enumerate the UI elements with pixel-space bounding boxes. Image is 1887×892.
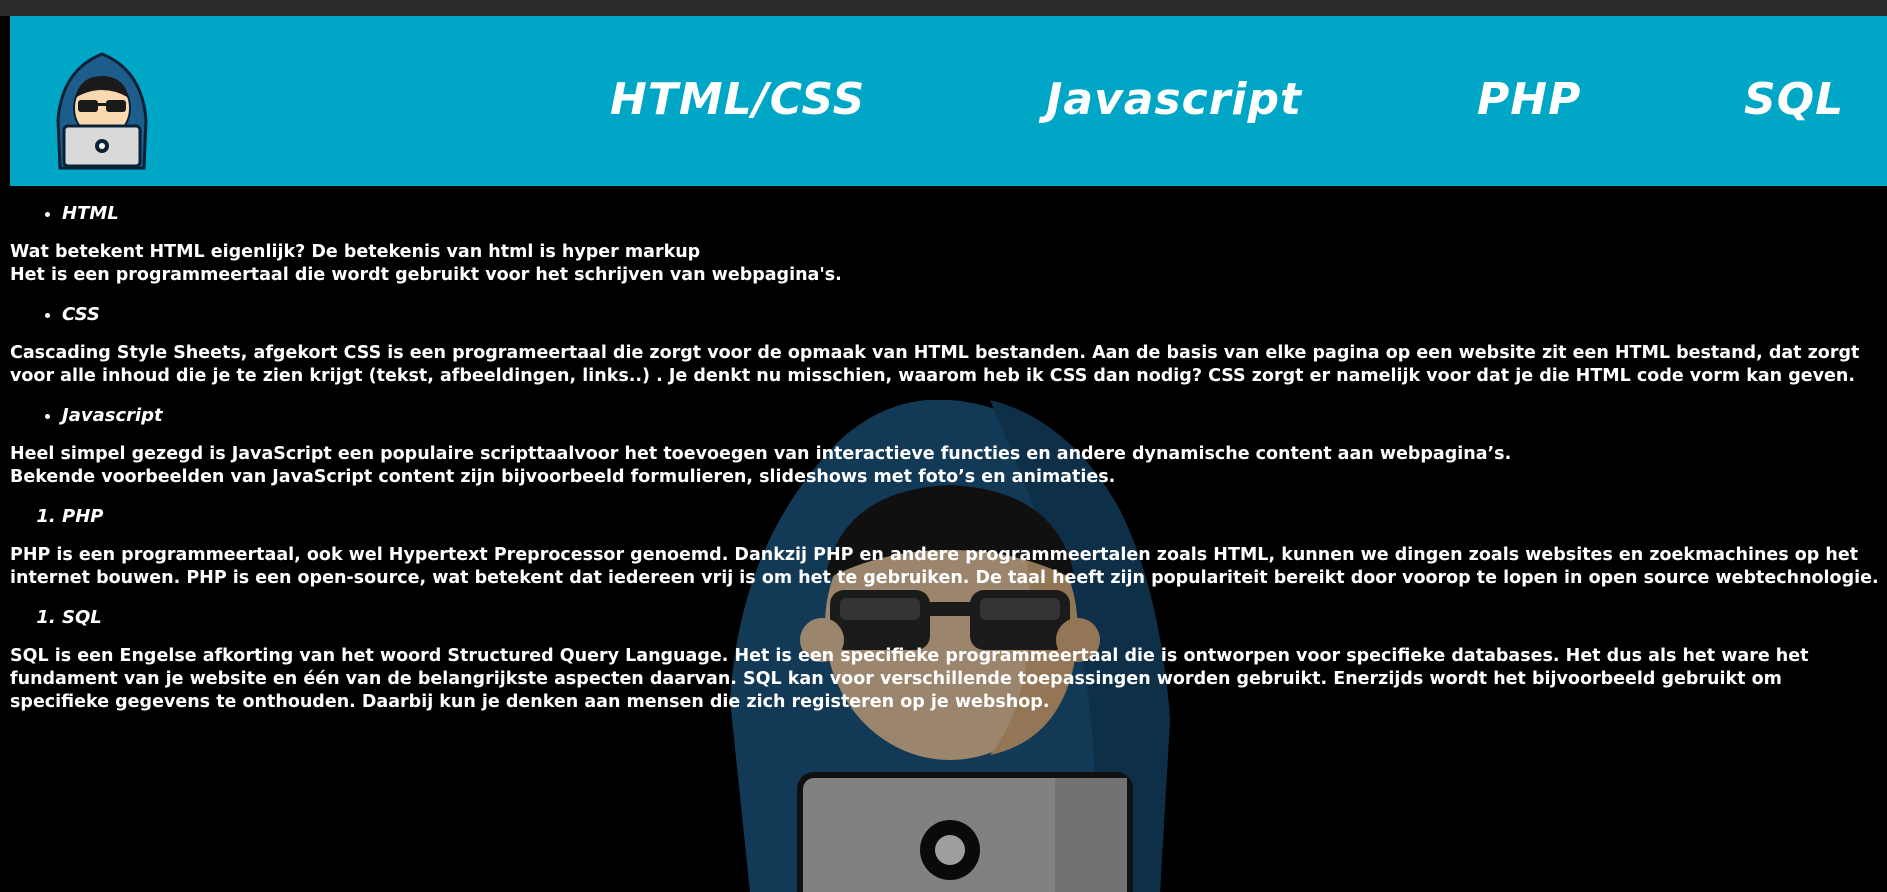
main-content: HTML Wat betekent HTML eigenlijk? De bet… [10, 186, 1882, 730]
html-paragraph: Wat betekent HTML eigenlijk? De betekeni… [10, 241, 1882, 287]
css-paragraph: Cascading Style Sheets, afgekort CSS is … [10, 343, 1860, 386]
css-heading: CSS [62, 303, 1882, 326]
nav-link-html-css[interactable]: HTML/CSS [610, 74, 865, 125]
php-paragraph: PHP is een programmeertaal, ook wel Hype… [10, 545, 1879, 588]
html-text-line-2: Het is een programmeertaal die wordt geb… [10, 265, 842, 285]
nav-link-sql[interactable]: SQL [1744, 74, 1844, 125]
html-heading-list: HTML [10, 202, 1882, 225]
browser-top-strip [0, 0, 1887, 16]
html-heading: HTML [62, 202, 1882, 225]
javascript-heading: Javascript [62, 404, 1882, 427]
sql-heading: SQL [62, 606, 1882, 629]
nav-link-php[interactable]: PHP [1477, 74, 1581, 125]
sql-heading-list: SQL [10, 606, 1882, 629]
html-text-line-1: Wat betekent HTML eigenlijk? De betekeni… [10, 242, 701, 262]
javascript-text-line-1: Heel simpel gezegd is JavaScript een pop… [10, 444, 1512, 464]
hacker-logo-icon[interactable] [50, 50, 154, 170]
php-heading-list: PHP [10, 505, 1882, 528]
javascript-heading-list: Javascript [10, 404, 1882, 427]
nav-link-javascript[interactable]: Javascript [1046, 74, 1302, 125]
javascript-text-line-2: Bekende voorbeelden van JavaScript conte… [10, 467, 1116, 487]
css-heading-list: CSS [10, 303, 1882, 326]
javascript-paragraph: Heel simpel gezegd is JavaScript een pop… [10, 443, 1882, 489]
php-heading: PHP [62, 505, 1882, 528]
sql-paragraph: SQL is een Engelse afkorting van het woo… [10, 646, 1809, 712]
site-header: HTML/CSS Javascript PHP SQL [10, 16, 1887, 186]
